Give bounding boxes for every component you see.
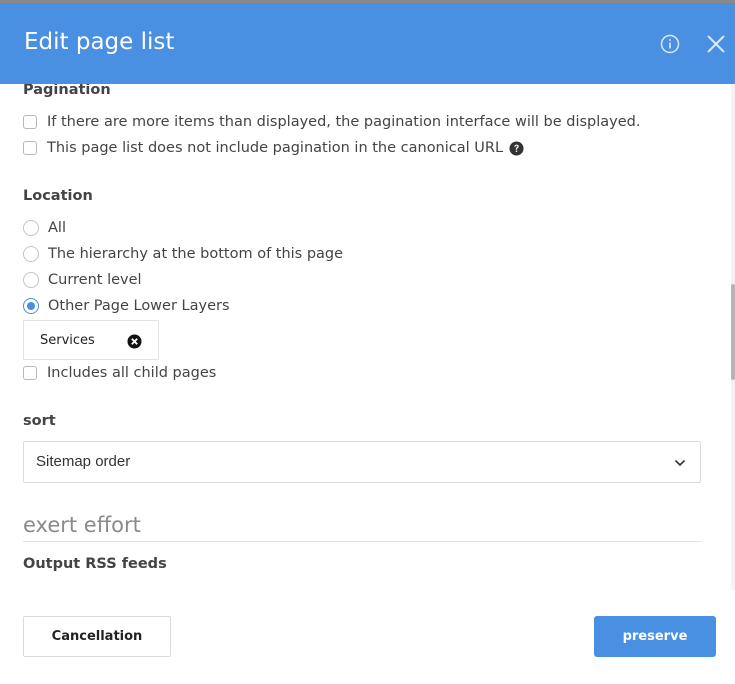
info-icon[interactable] <box>660 34 680 54</box>
dialog-title: Edit page list <box>24 29 175 55</box>
save-button[interactable]: preserve <box>594 616 716 657</box>
dialog-body: Pagination If there are more items than … <box>0 84 735 590</box>
location-current-level-label: Current level <box>48 272 142 288</box>
location-hierarchy-label: The hierarchy at the bottom of this page <box>48 246 344 262</box>
pagination-option-canonical[interactable]: This page list does not include paginati… <box>23 138 524 158</box>
location-option-other-page[interactable]: Other Page Lower Layers <box>23 296 230 316</box>
selected-page-label: Services <box>40 333 95 348</box>
include-children-option[interactable]: Includes all child pages <box>23 363 216 383</box>
location-all-label: All <box>48 220 66 236</box>
sort-select[interactable]: Sitemap order <box>23 441 701 483</box>
pagination-title: Pagination <box>23 84 111 98</box>
cancel-button[interactable]: Cancellation <box>23 616 171 657</box>
dialog-header: Edit page list <box>0 3 735 84</box>
edit-page-list-dialog: Edit page list Pagination If there are m… <box>0 0 735 684</box>
include-children-label: Includes all child pages <box>47 365 217 381</box>
location-hierarchy-radio[interactable] <box>23 246 39 262</box>
location-title: Location <box>23 188 93 204</box>
pagination-display-checkbox[interactable] <box>23 115 37 129</box>
chevron-down-icon <box>674 459 686 467</box>
question-circle-icon[interactable] <box>509 140 524 156</box>
pagination-display-label: If there are more items than displayed, … <box>47 114 641 130</box>
sort-title: sort <box>23 413 56 429</box>
remove-circle-icon[interactable] <box>127 334 142 349</box>
exert-effort-legend: exert effort <box>23 513 701 542</box>
sort-select-value: Sitemap order <box>36 453 131 470</box>
location-all-radio[interactable] <box>23 220 39 236</box>
rss-title: Output RSS feeds <box>23 556 167 572</box>
location-option-all[interactable]: All <box>23 218 66 238</box>
pagination-canonical-checkbox[interactable] <box>23 141 37 155</box>
selected-page-chip[interactable]: Services <box>23 320 159 360</box>
location-option-hierarchy[interactable]: The hierarchy at the bottom of this page <box>23 244 343 264</box>
dialog-scrollbar[interactable] <box>731 84 735 590</box>
close-icon[interactable] <box>707 35 725 53</box>
dialog-footer: Cancellation preserve <box>0 590 735 684</box>
pagination-canonical-label: This page list does not include paginati… <box>47 140 504 156</box>
location-current-level-radio[interactable] <box>23 272 39 288</box>
include-children-checkbox[interactable] <box>23 366 37 380</box>
location-other-page-label: Other Page Lower Layers <box>48 298 230 314</box>
location-other-page-radio[interactable] <box>23 298 39 314</box>
scrollbar-thumb[interactable] <box>731 284 735 380</box>
pagination-option-display[interactable]: If there are more items than displayed, … <box>23 112 640 132</box>
location-option-current-level[interactable]: Current level <box>23 270 142 290</box>
